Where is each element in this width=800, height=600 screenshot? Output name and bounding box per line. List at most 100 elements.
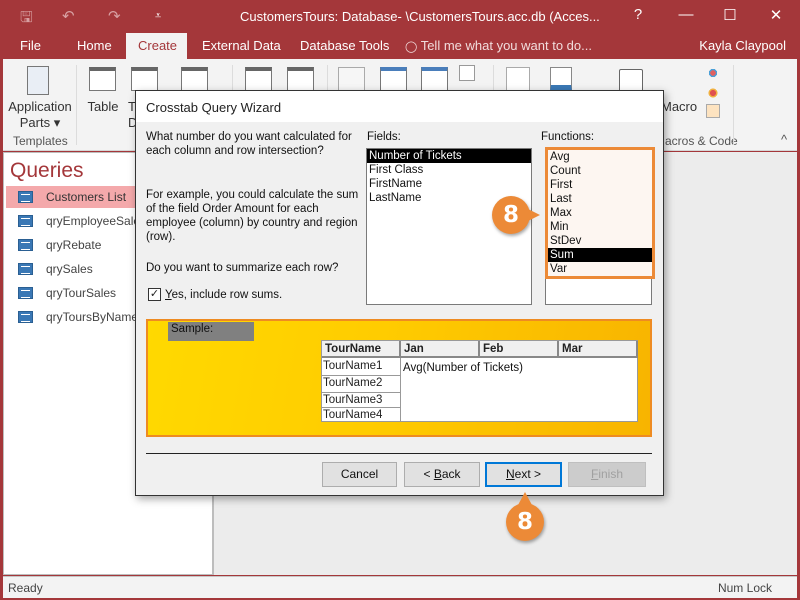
example-text: For example, you could calculate the sum… [146,189,359,243]
help-button[interactable]: ? [628,6,648,23]
sample-header-jan: Jan [401,341,480,358]
dialog-title: Crosstab Query Wizard [136,91,663,122]
table-design-icon [131,67,158,91]
form-wizard-icon [459,65,475,81]
sample-header-mar: Mar [559,341,638,358]
query-icon [18,287,33,299]
sample-row-label: TourName4 [323,409,383,421]
query-icon [18,239,33,251]
form-icon [338,67,365,91]
finish-button: Finish [568,462,646,487]
status-text: Ready [8,581,43,595]
user-name[interactable]: Kayla Claypool [699,33,786,59]
function-option[interactable]: Last [548,192,652,206]
customize-toolbar-icon[interactable]: ⩡ [155,10,161,23]
tab-external-data[interactable]: External Data [194,33,289,59]
undo-icon[interactable]: ↶ [62,7,75,25]
tab-create[interactable]: Create [126,33,187,59]
maximize-button[interactable]: ☐ [720,6,740,24]
nav-item-label: qrySales [46,262,93,276]
tell-me-placeholder: Tell me what you want to do... [420,38,592,53]
lightbulb-icon: ◯ [405,41,418,53]
report-design-icon [550,67,572,91]
sharepoint-lists-icon [181,67,208,91]
question-text: What number do you want calculated for e… [146,131,352,157]
function-option[interactable]: Min [548,220,652,234]
functions-label: Functions: [541,131,595,143]
sample-value: Avg(Number of Tickets) [403,362,523,374]
query-icon [18,263,33,275]
query-icon [18,311,33,323]
callout-pointer [518,492,532,505]
class-module-icon[interactable] [706,86,720,100]
module-icon[interactable] [706,67,720,79]
application-parts-button[interactable]: Application Parts ▾ [5,99,75,131]
summarize-question: Do you want to summarize each row? [146,262,339,274]
ribbon-tabs: File Home Create External Data Database … [0,33,800,59]
application-parts-icon [27,66,49,95]
table-button[interactable]: Table [83,99,123,115]
redo-icon[interactable]: ↷ [108,7,121,25]
query-design-icon [287,67,314,91]
query-icon [18,191,33,203]
sample-header-feb: Feb [480,341,559,358]
nav-item-label: qryTourSales [46,286,117,300]
nav-item-label: qryRebate [46,238,102,252]
form-design-icon [380,67,407,91]
function-option-selected[interactable]: Sum [548,248,652,262]
function-option[interactable]: Var [548,262,652,276]
nav-group-title[interactable]: Queries [10,159,84,183]
step-callout-next: 8 [506,503,544,541]
function-option[interactable]: Count [548,164,652,178]
status-bar: Ready Num Lock [3,576,797,598]
tab-database-tools[interactable]: Database Tools [292,33,397,59]
include-row-sums-label[interactable]: Yes, include row sums. [165,288,282,302]
macros-code-group-label: acros & Code [665,134,738,148]
close-button[interactable]: ✕ [766,6,786,24]
nav-item-label: qryToursByName [46,310,139,324]
num-lock-indicator: Num Lock [717,581,772,595]
table-icon [89,67,116,91]
window-title: CustomersTours: Database- \CustomersTour… [240,9,600,24]
query-icon [18,215,33,227]
next-button[interactable]: Next > [485,462,562,487]
query-wizard-icon [245,67,272,91]
visual-basic-icon[interactable] [706,104,720,118]
field-option[interactable]: FirstName [367,177,531,191]
sample-row-label: TourName2 [322,376,400,393]
title-bar: 🖫 ↶ ↷ ⩡ CustomersTours: Database- \Custo… [0,0,800,33]
dialog-divider [146,453,652,454]
tab-file[interactable]: File [12,33,49,59]
function-option[interactable]: Avg [548,150,652,164]
field-option[interactable]: Number of Tickets [367,149,531,163]
sample-row-label: TourName1 [322,359,400,376]
sample-label: Sample: [168,322,254,341]
sample-grid: TourName Jan Feb Mar TourName1 TourName2… [321,340,638,422]
function-option[interactable]: StDev [548,234,652,248]
include-row-sums-checkbox[interactable]: ✓ [148,288,161,301]
functions-highlight: Avg Count First Last Max Min StDev Sum V… [545,147,655,279]
function-option[interactable]: First [548,178,652,192]
templates-group-label: Templates [13,134,68,148]
cancel-button[interactable]: Cancel [322,462,397,487]
field-option[interactable]: First Class [367,163,531,177]
nav-item-label: qryEmployeeSales [46,214,147,228]
callout-pointer [528,209,540,221]
back-button[interactable]: < Back [404,462,480,487]
save-icon[interactable]: 🖫 [20,7,33,32]
function-option[interactable]: Max [548,206,652,220]
step-callout-functions: 8 [492,196,530,234]
collapse-ribbon-icon[interactable]: ^ [781,132,787,147]
sample-row-label: TourName3 [322,393,400,408]
minimize-button[interactable]: — [676,6,696,23]
tab-home[interactable]: Home [69,33,120,59]
nav-item-label: Customers List [46,190,127,204]
sample-preview: Sample: TourName Jan Feb Mar TourName1 T… [146,319,652,437]
tell-me-search[interactable]: ◯ Tell me what you want to do... [405,33,592,59]
macro-button[interactable]: Macro [661,99,701,115]
blank-form-icon [421,67,448,91]
application-parts-label-2: Parts ▾ [19,115,61,130]
application-parts-label: Application [8,99,72,114]
fields-label: Fields: [367,131,401,143]
sample-header-row-heading: TourName [322,341,401,358]
